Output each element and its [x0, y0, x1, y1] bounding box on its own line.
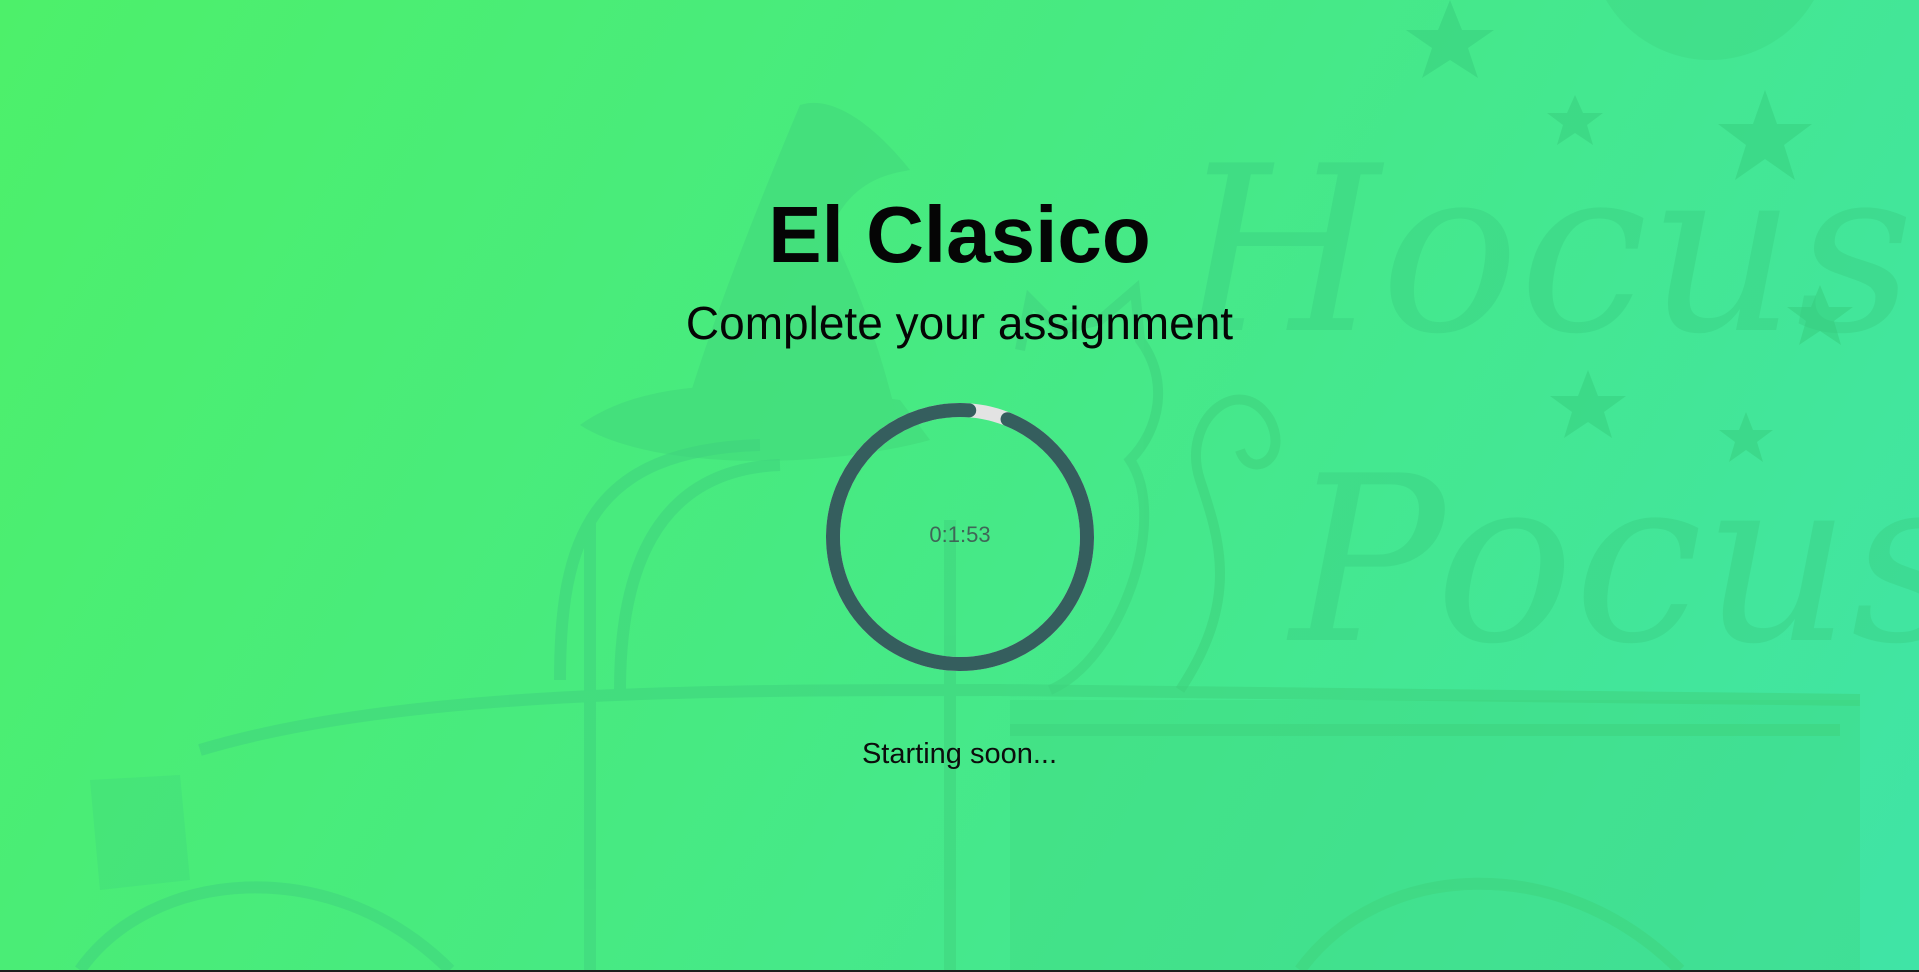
countdown-timer: 0:1:53	[825, 402, 1095, 672]
stage-background: Hocus Pocus El Clasico Complete your ass…	[0, 0, 1919, 970]
moon-shape	[1606, 0, 1814, 60]
countdown-time: 0:1:53	[929, 522, 991, 547]
background-word-pocus: Pocus	[1286, 428, 1919, 695]
status-message: Starting soon...	[861, 738, 1058, 770]
page-subtitle: Complete your assignment	[685, 297, 1234, 349]
page-title: El Clasico	[768, 190, 1151, 279]
